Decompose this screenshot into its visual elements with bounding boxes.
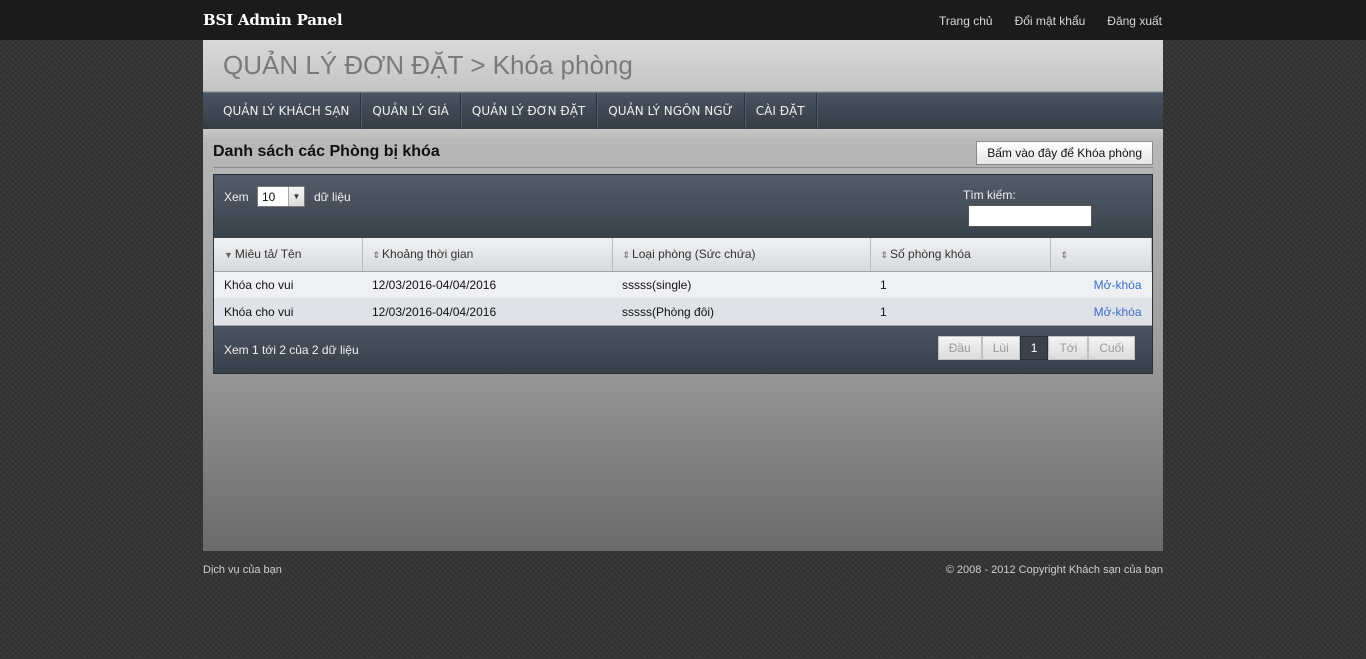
footer-left-text: Dịch vụ của bạn bbox=[203, 564, 282, 576]
cell-room-type: sssss(Phòng đôi) bbox=[612, 298, 870, 325]
main-nav: QUẢN LÝ KHÁCH SẠN QUẢN LÝ GIÁ QUẢN LÝ ĐƠ… bbox=[203, 92, 1163, 129]
data-table: ▼ Miêu tả/ Tên ⇕ Khoảng thời gian ⇕ Loại ph… bbox=[214, 238, 1152, 325]
records-label: dữ liệu bbox=[314, 190, 351, 204]
change-password-link[interactable]: Đổi mật khẩu bbox=[1015, 14, 1086, 28]
column-header-label: Số phòng khóa bbox=[890, 247, 971, 262]
nav-item-prices[interactable]: QUẢN LÝ GIÁ bbox=[361, 93, 461, 129]
page-title: QUẢN LÝ ĐƠN ĐẶT > Khóa phòng bbox=[223, 50, 633, 80]
cell-locked-count: 1 bbox=[870, 298, 1050, 325]
column-header-label: Khoảng thời gian bbox=[382, 247, 474, 262]
cell-name: Khóa cho vui bbox=[214, 271, 362, 298]
table-footer: Xem 1 tới 2 của 2 dữ liệu Đầu Lùi 1 Tới … bbox=[214, 326, 1152, 373]
top-nav: Trang chủ Đổi mật khẩu Đăng xuất bbox=[917, 14, 1162, 28]
logout-link[interactable]: Đăng xuất bbox=[1107, 14, 1162, 28]
pager-next-button[interactable]: Tới bbox=[1048, 336, 1089, 360]
page-size-select[interactable]: 10 ▼ bbox=[257, 186, 305, 207]
column-header-period[interactable]: ⇕ Khoảng thời gian bbox=[362, 238, 613, 272]
nav-item-languages[interactable]: QUẢN LÝ NGÔN NGỮ bbox=[597, 93, 745, 129]
pager-prev-button[interactable]: Lùi bbox=[981, 336, 1020, 360]
pager-page-1[interactable]: 1 bbox=[1019, 336, 1049, 360]
unlock-link[interactable]: Mở-khóa bbox=[1094, 278, 1142, 292]
search-input[interactable] bbox=[968, 205, 1092, 227]
nav-item-orders[interactable]: QUẢN LÝ ĐƠN ĐẶT bbox=[461, 93, 598, 129]
search-label: Tìm kiếm: bbox=[963, 188, 1016, 202]
table-toolbar: Xem 10 ▼ dữ liệu Tìm kiếm: bbox=[214, 175, 1152, 238]
show-label: Xem bbox=[224, 190, 249, 204]
pagination: Đầu Lùi 1 Tới Cuối bbox=[937, 336, 1135, 360]
table-row: Khóa cho vui 12/03/2016-04/04/2016 sssss… bbox=[214, 298, 1152, 325]
sort-icon: ⇕ bbox=[1060, 250, 1069, 261]
column-header-room-type[interactable]: ⇕ Loại phòng (Sức chứa) bbox=[612, 238, 871, 272]
sort-icon: ⇕ bbox=[880, 250, 889, 261]
column-header-label: Miêu tả/ Tên bbox=[234, 247, 302, 262]
section-title: Danh sách các Phòng bị khóa bbox=[213, 143, 440, 160]
column-header-label: Loại phòng (Sức chứa) bbox=[632, 247, 756, 262]
sort-icon: ⇕ bbox=[372, 250, 381, 261]
table-row: Khóa cho vui 12/03/2016-04/04/2016 sssss… bbox=[214, 271, 1152, 298]
sort-desc-icon: ▼ bbox=[224, 250, 233, 261]
pager-first-button[interactable]: Đầu bbox=[937, 336, 982, 360]
nav-item-settings[interactable]: CÀI ĐẶT bbox=[745, 93, 817, 129]
top-bar: BSI Admin Panel Trang chủ Đổi mật khẩu Đ… bbox=[0, 0, 1366, 40]
sort-icon: ⇕ bbox=[622, 250, 631, 261]
cell-period: 12/03/2016-04/04/2016 bbox=[362, 298, 612, 325]
lock-room-button[interactable]: Bấm vào đây để Khóa phòng bbox=[976, 141, 1153, 165]
cell-name: Khóa cho vui bbox=[214, 298, 362, 325]
brand-title: BSI Admin Panel bbox=[203, 11, 343, 29]
column-header-name[interactable]: ▼ Miêu tả/ Tên bbox=[214, 238, 363, 272]
table-info: Xem 1 tới 2 của 2 dữ liệu bbox=[224, 343, 359, 357]
page-size-value: 10 bbox=[262, 190, 276, 204]
chevron-down-icon: ▼ bbox=[288, 187, 304, 206]
cell-locked-count: 1 bbox=[870, 271, 1050, 298]
cell-action: Mở-khóa bbox=[1050, 271, 1152, 298]
main-container: QUẢN LÝ ĐƠN ĐẶT > Khóa phòng QUẢN LÝ KHÁ… bbox=[203, 40, 1163, 551]
pager-last-button[interactable]: Cuối bbox=[1088, 336, 1135, 360]
cell-room-type: sssss(single) bbox=[612, 271, 870, 298]
column-header-action[interactable]: ⇕ bbox=[1050, 238, 1152, 272]
home-link[interactable]: Trang chủ bbox=[939, 14, 993, 28]
nav-item-hotels[interactable]: QUẢN LÝ KHÁCH SẠN bbox=[203, 93, 362, 129]
header-band: QUẢN LÝ ĐƠN ĐẶT > Khóa phòng bbox=[203, 40, 1163, 92]
column-header-locked-count[interactable]: ⇕ Số phòng khóa bbox=[870, 238, 1051, 272]
section-divider bbox=[213, 167, 1153, 168]
locked-rooms-table: Xem 10 ▼ dữ liệu Tìm kiếm: ▼ Miêu tả/ Tên… bbox=[213, 174, 1153, 374]
cell-period: 12/03/2016-04/04/2016 bbox=[362, 271, 612, 298]
cell-action: Mở-khóa bbox=[1050, 298, 1152, 325]
footer-copyright: © 2008 - 2012 Copyright Khách sạn của bạ… bbox=[945, 564, 1163, 576]
unlock-link[interactable]: Mở-khóa bbox=[1094, 305, 1142, 319]
table-header-row: ▼ Miêu tả/ Tên ⇕ Khoảng thời gian ⇕ Loại ph… bbox=[214, 238, 1152, 272]
